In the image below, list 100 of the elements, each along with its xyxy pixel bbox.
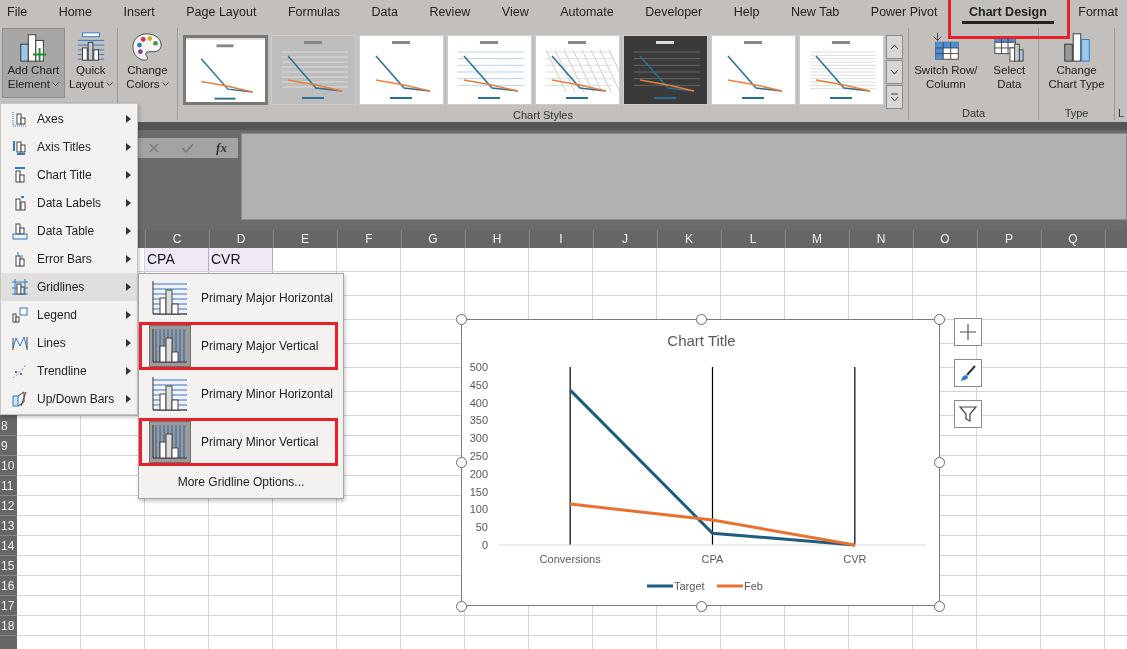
column-header[interactable]: L bbox=[721, 230, 785, 248]
ribbon-tab[interactable]: View bbox=[494, 1, 536, 24]
submenu-arrow-icon bbox=[126, 115, 131, 123]
chart-element-icon bbox=[11, 278, 29, 296]
menu-item[interactable]: Chart Title bbox=[1, 161, 137, 189]
chart-style-option[interactable] bbox=[183, 35, 268, 105]
column-header[interactable]: N bbox=[849, 230, 913, 248]
plus-icon bbox=[959, 323, 977, 341]
resize-handle[interactable] bbox=[934, 601, 945, 612]
ribbon-tab[interactable]: File bbox=[0, 1, 35, 24]
row-header[interactable]: 12 bbox=[0, 496, 17, 516]
ribbon-tab[interactable]: Review bbox=[422, 1, 478, 24]
menu-item[interactable]: Axis Titles bbox=[1, 133, 137, 161]
y-tick-label: 450 bbox=[469, 378, 488, 391]
column-header[interactable]: C bbox=[145, 230, 209, 248]
column-header[interactable]: O bbox=[913, 230, 977, 248]
column-header[interactable]: G bbox=[401, 230, 465, 248]
menu-item[interactable]: Primary Major Horizontal bbox=[139, 274, 343, 322]
row-header[interactable]: 17 bbox=[0, 596, 17, 616]
menu-item[interactable]: More Gridline Options... bbox=[139, 466, 343, 498]
ribbon-tab[interactable]: Home bbox=[51, 1, 99, 24]
more-styles-button[interactable] bbox=[886, 85, 903, 109]
row-header[interactable]: 16 bbox=[0, 576, 17, 596]
chart-filters-button[interactable] bbox=[954, 400, 982, 428]
category-label: Conversions bbox=[539, 553, 601, 565]
menu-item[interactable]: Gridlines bbox=[1, 273, 137, 301]
menu-item[interactable]: Primary Major Vertical bbox=[139, 322, 343, 370]
resize-handle[interactable] bbox=[934, 314, 945, 325]
row-header[interactable]: 13 bbox=[0, 516, 17, 536]
ribbon-button[interactable]: Switch Row/ Column bbox=[911, 28, 981, 98]
row-header[interactable]: 15 bbox=[0, 556, 17, 576]
check-icon[interactable] bbox=[181, 143, 195, 153]
ribbon-button[interactable]: Select Data bbox=[982, 28, 1037, 98]
row-header[interactable]: 11 bbox=[0, 476, 17, 496]
formula-input[interactable] bbox=[241, 133, 1127, 220]
submenu-arrow-icon bbox=[126, 227, 131, 235]
ribbon-tab[interactable]: Formulas bbox=[280, 1, 347, 24]
submenu-arrow-icon bbox=[126, 311, 131, 319]
ribbon-tab[interactable]: Format bbox=[1071, 1, 1125, 24]
resize-handle[interactable] bbox=[456, 314, 467, 325]
submenu-arrow-icon bbox=[126, 171, 131, 179]
group-label: Type bbox=[1063, 107, 1090, 120]
column-header[interactable]: M bbox=[785, 230, 849, 248]
scroll-up-button[interactable] bbox=[886, 35, 903, 59]
ribbon-tab[interactable]: Power Pivot bbox=[863, 1, 945, 24]
resize-handle[interactable] bbox=[934, 457, 945, 468]
menu-item[interactable]: Up/Down Bars bbox=[1, 385, 137, 413]
resize-handle[interactable] bbox=[696, 601, 707, 612]
ribbon-tab[interactable]: Developer bbox=[638, 1, 710, 24]
chart-element-icon bbox=[11, 138, 29, 156]
menu-item[interactable]: Trendline bbox=[1, 357, 137, 385]
menu-item[interactable]: Data Labels bbox=[1, 189, 137, 217]
ribbon-tab[interactable]: Automate bbox=[553, 1, 621, 24]
column-header[interactable]: H bbox=[465, 230, 529, 248]
ribbon-tab[interactable]: Page Layout bbox=[179, 1, 264, 24]
menu-item[interactable]: Data Table bbox=[1, 217, 137, 245]
ribbon-button[interactable]: Change Chart Type bbox=[1041, 28, 1112, 98]
column-header[interactable]: Q bbox=[1041, 230, 1105, 248]
menu-item[interactable]: Error Bars bbox=[1, 245, 137, 273]
y-tick-label: 400 bbox=[469, 396, 488, 409]
y-tick-label: 100 bbox=[469, 503, 488, 516]
menu-item[interactable]: Legend bbox=[1, 301, 137, 329]
menu-item[interactable]: Primary Minor Vertical bbox=[139, 418, 343, 466]
insert-function-button[interactable]: fx bbox=[216, 140, 227, 156]
chart-elements-button[interactable] bbox=[954, 318, 982, 346]
category-label: CPA bbox=[701, 553, 724, 565]
submenu-arrow-icon bbox=[126, 283, 131, 291]
menu-item[interactable]: Axes bbox=[1, 105, 137, 133]
ribbon-tab[interactable]: Insert bbox=[116, 1, 162, 24]
row-header[interactable]: 9 bbox=[0, 436, 17, 456]
ribbon-button[interactable]: Change Colors bbox=[120, 28, 175, 98]
ribbon-tab[interactable]: Help bbox=[726, 1, 767, 24]
column-header[interactable]: D bbox=[209, 230, 273, 248]
column-header[interactable]: F bbox=[337, 230, 401, 248]
ribbon-tab[interactable]: New Tab bbox=[783, 1, 847, 24]
ribbon-button[interactable]: Add Chart Element bbox=[2, 28, 65, 98]
menu-item[interactable]: Primary Minor Horizontal bbox=[139, 370, 343, 418]
chevron-up-icon bbox=[890, 44, 899, 50]
filter-icon bbox=[959, 405, 977, 423]
expand-icon bbox=[890, 92, 899, 102]
scroll-down-button[interactable] bbox=[886, 60, 903, 84]
row-header[interactable]: 8 bbox=[0, 416, 17, 436]
resize-handle[interactable] bbox=[456, 457, 467, 468]
ribbon-tab[interactable]: Data bbox=[364, 1, 405, 24]
y-tick-label: 300 bbox=[469, 432, 488, 445]
ribbon-button[interactable]: Quick Layout bbox=[66, 28, 115, 98]
menu-item[interactable]: Lines bbox=[1, 329, 137, 357]
row-header[interactable]: 18 bbox=[0, 616, 17, 636]
column-header[interactable]: I bbox=[529, 230, 593, 248]
resize-handle[interactable] bbox=[696, 314, 707, 325]
resize-handle[interactable] bbox=[456, 601, 467, 612]
chart-styles-button[interactable] bbox=[954, 359, 982, 387]
column-header[interactable]: K bbox=[657, 230, 721, 248]
row-header[interactable]: 10 bbox=[0, 456, 17, 476]
chart-title: Chart Title bbox=[667, 332, 736, 349]
column-header[interactable]: E bbox=[273, 230, 337, 248]
row-header[interactable]: 14 bbox=[0, 536, 17, 556]
column-header[interactable]: P bbox=[977, 230, 1041, 248]
column-header[interactable]: J bbox=[593, 230, 657, 248]
submenu-arrow-icon bbox=[126, 367, 131, 375]
